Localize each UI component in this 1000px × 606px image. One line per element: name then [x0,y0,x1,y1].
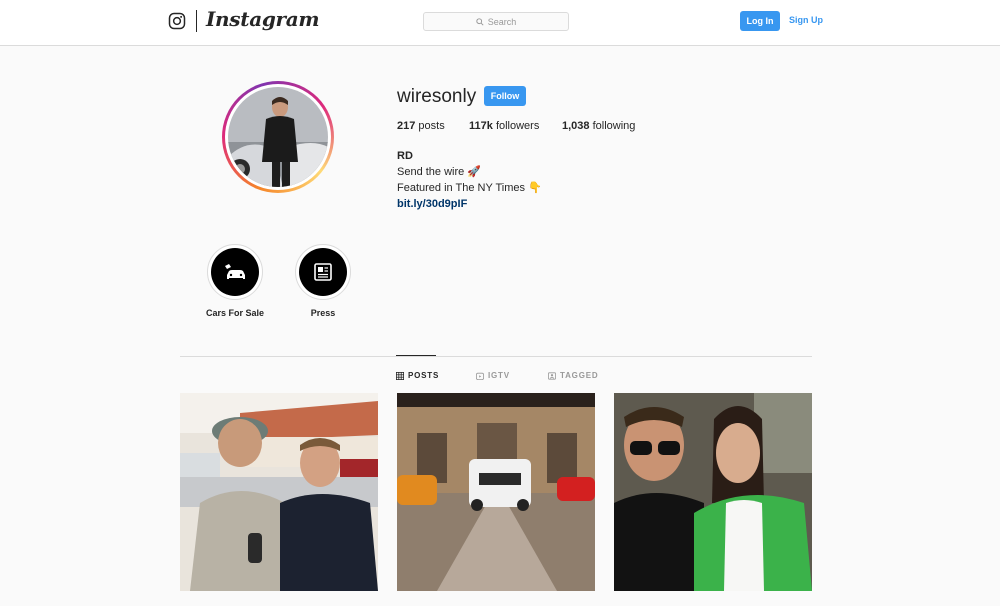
igtv-icon [476,372,484,380]
instagram-logo-icon[interactable] [168,12,186,30]
signup-link[interactable]: Sign Up [789,15,823,25]
tab-posts[interactable]: POSTS [396,371,439,380]
car-tag-icon [225,264,245,279]
newspaper-icon [314,263,332,281]
followers-label: followers [495,120,540,132]
tab-label: IGTV [488,371,510,380]
profile-full-name: RD [397,150,413,162]
avatar-story-ring[interactable] [222,81,334,193]
profile-username: wiresonly [397,86,477,107]
grid-icon [396,371,404,380]
following-count: 1,038 [562,120,590,132]
tab-active-indicator [396,355,436,356]
tab-label: POSTS [408,371,440,380]
highlight-label: Press [310,308,336,318]
followers-count: 117k [469,120,493,132]
profile-bio: RD Send the wire 🚀 Featured in The NY Ti… [397,148,542,212]
highlight-cars-for-sale[interactable]: Cars For Sale [200,244,270,318]
tab-label: TAGGED [560,371,599,380]
tagged-icon [548,371,556,380]
following-stat[interactable]: 1,038 following [562,120,635,132]
post-thumbnail-3[interactable] [614,393,812,591]
highlight-label: Cars For Sale [205,308,265,318]
following-label: following [592,120,636,132]
tabs-divider [180,356,812,357]
avatar [228,87,328,187]
instagram-wordmark[interactable]: Instagram [206,7,320,31]
search-placeholder: Search [487,16,517,27]
bio-link[interactable]: bit.ly/30d9pIF [397,196,542,212]
search-input[interactable]: Search [423,12,569,31]
tab-igtv[interactable]: IGTV [476,371,510,380]
tab-tagged[interactable]: TAGGED [548,371,598,380]
posts-label: posts [418,120,445,132]
login-button[interactable]: Log In [740,11,780,31]
bio-line-2: Featured in The NY Times 👇 [397,182,542,194]
followers-stat[interactable]: 117k followers [469,120,539,132]
top-nav: Instagram Search Log In Sign Up [0,0,1000,46]
posts-count: 217 [397,120,416,132]
bio-line-1: Send the wire 🚀 [397,166,482,178]
highlight-press[interactable]: Press [288,244,358,318]
post-thumbnail-2[interactable] [397,393,595,591]
post-thumbnail-1[interactable] [180,393,378,591]
search-icon [476,17,484,26]
follow-button[interactable]: Follow [484,86,526,106]
nav-divider [196,10,197,32]
posts-stat: 217 posts [397,120,445,132]
